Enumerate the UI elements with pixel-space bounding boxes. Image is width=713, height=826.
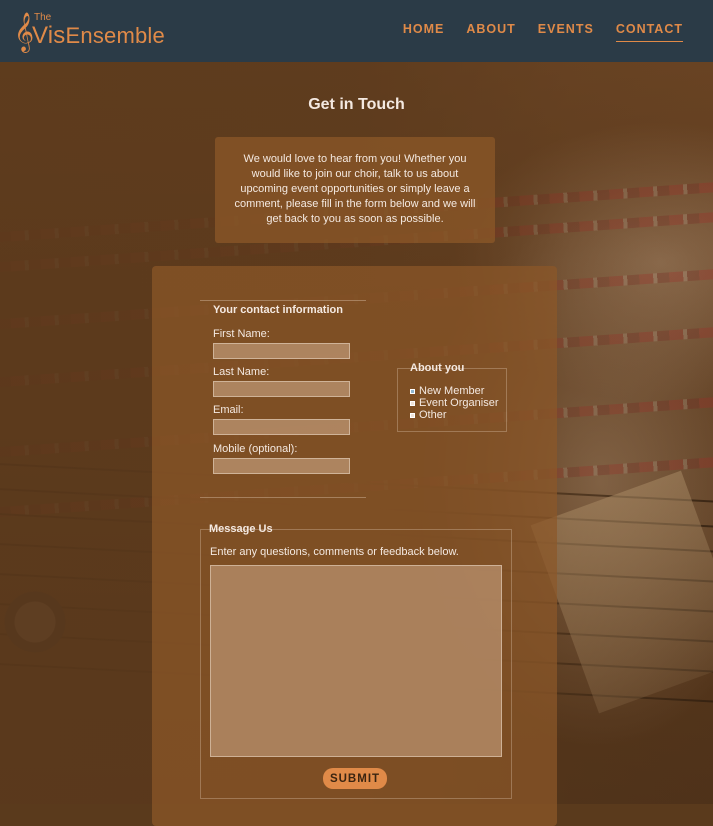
nav-contact[interactable]: CONTACT: [615, 22, 683, 42]
page-title: Get in Touch: [308, 96, 405, 113]
nav-home[interactable]: HOME: [403, 22, 445, 42]
logo-text: VisEnsemble: [32, 22, 165, 50]
logo-ensemble: Ensemble: [65, 23, 165, 48]
radio-icon[interactable]: [410, 412, 415, 418]
contact-info-fieldset: Your contact information First Name: Las…: [200, 300, 366, 498]
message-legend: Message Us: [209, 523, 273, 535]
intro-text: We would love to hear from you! Whether …: [215, 137, 495, 243]
radio-other[interactable]: Other: [410, 409, 447, 421]
about-you-fieldset: About you New Member Event Organiser Oth…: [397, 362, 507, 432]
last-name-input[interactable]: [213, 381, 350, 397]
nav-about[interactable]: ABOUT: [466, 22, 515, 42]
site-header: 𝄞 The VisEnsemble HOME ABOUT EVENTS CONT…: [0, 0, 713, 62]
contact-legend: Your contact information: [213, 304, 343, 316]
first-name-label: First Name:: [213, 328, 270, 340]
main-nav: HOME ABOUT EVENTS CONTACT: [403, 22, 683, 42]
radio-event-organiser[interactable]: Event Organiser: [410, 397, 498, 409]
submit-button[interactable]: SUBMIT: [323, 768, 387, 789]
radio-label: New Member: [419, 385, 485, 397]
first-name-input[interactable]: [213, 343, 350, 359]
message-hint: Enter any questions, comments or feedbac…: [210, 546, 459, 558]
message-textarea[interactable]: [210, 565, 502, 757]
mobile-input[interactable]: [213, 458, 350, 474]
mobile-label: Mobile (optional):: [213, 443, 298, 455]
logo-vis: Vis: [32, 22, 66, 49]
email-input[interactable]: [213, 419, 350, 435]
last-name-label: Last Name:: [213, 366, 270, 378]
message-fieldset: Message Us Enter any questions, comments…: [200, 523, 512, 799]
contact-form: Your contact information First Name: Las…: [152, 266, 557, 826]
radio-icon[interactable]: [410, 388, 415, 394]
about-legend: About you: [410, 362, 465, 374]
email-label: Email:: [213, 404, 244, 416]
nav-events[interactable]: EVENTS: [538, 22, 594, 42]
radio-label: Event Organiser: [419, 397, 499, 409]
radio-label: Other: [419, 409, 447, 421]
radio-icon[interactable]: [410, 400, 415, 406]
radio-new-member[interactable]: New Member: [410, 385, 484, 397]
